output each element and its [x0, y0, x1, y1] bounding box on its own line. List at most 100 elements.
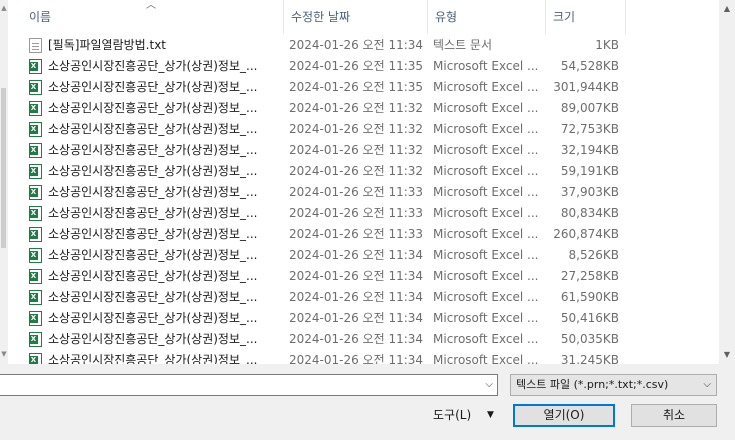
file-size: 54,528KB — [560, 59, 619, 73]
excel-file-icon: X — [29, 80, 42, 95]
text-file-icon — [29, 38, 42, 53]
file-type: Microsoft Excel ... — [433, 353, 539, 364]
column-header-type-label: 유형 — [435, 10, 458, 24]
text-line-icon — [32, 43, 39, 44]
scroll-up-arrow-icon[interactable]: ▲ — [719, 2, 735, 16]
excel-file-icon: X — [29, 227, 42, 242]
list-item[interactable]: X 소상공인시장진흥공단_상가(상권)정보_... 2024-01-26 오전 11… — [8, 161, 719, 182]
list-item[interactable]: X 소상공인시장진흥공단_상가(상권)정보_... 2024-01-26 오전 11… — [8, 56, 719, 77]
nav-pane-scrollbar[interactable]: ▲ ▼ — [0, 0, 8, 364]
excel-badge-icon: X — [29, 83, 38, 92]
list-item[interactable]: X 소상공인시장진흥공단_상가(상권)정보_... 2024-01-26 오전 11… — [8, 119, 719, 140]
tools-button[interactable]: 도구(L) ▼ — [427, 404, 503, 427]
list-item[interactable]: X 소상공인시장진흥공단_상가(상권)정보_... 2024-01-26 오전 11… — [8, 98, 719, 119]
scroll-down-arrow-icon[interactable]: ▼ — [719, 348, 735, 362]
file-type: Microsoft Excel ... — [433, 164, 539, 178]
file-type: Microsoft Excel ... — [433, 311, 539, 325]
excel-badge-icon: X — [29, 356, 38, 364]
file-list-scrollbar[interactable]: ▲ ▼ — [719, 0, 735, 364]
file-name: [필독]파일열람방법.txt — [48, 38, 167, 52]
file-date: 2024-01-26 오전 11:35 — [289, 80, 424, 94]
file-name-field[interactable]: ⌵ — [0, 374, 498, 396]
file-size: 61,590KB — [560, 290, 619, 304]
sort-ascending-icon: ︿ — [146, 0, 156, 11]
excel-file-icon: X — [29, 143, 42, 158]
list-item[interactable]: X 소상공인시장진흥공단_상가(상권)정보_... 2024-01-26 오전 11… — [8, 140, 719, 161]
list-item[interactable]: X 소상공인시장진흥공단_상가(상권)정보_... 2024-01-26 오전 11… — [8, 308, 719, 329]
file-name: 소상공인시장진흥공단_상가(상권)정보_... — [48, 59, 258, 73]
file-type-select[interactable]: 텍스트 파일 (*.prn;*.txt;*.csv) ⌵ — [510, 374, 717, 396]
list-item[interactable]: X 소상공인시장진흥공단_상가(상권)정보_... 2024-01-26 오전 11… — [8, 350, 719, 364]
file-list[interactable]: 이름 ︿ 수정한 날짜 유형 크기 [필독]파일열람방법.txt 2024-01-… — [8, 0, 719, 364]
excel-file-icon: X — [29, 101, 42, 116]
list-item[interactable]: X 소상공인시장진흥공단_상가(상권)정보_... 2024-01-26 오전 11… — [8, 287, 719, 308]
column-header-size-label: 크기 — [553, 10, 576, 24]
cancel-button[interactable]: 취소 — [631, 404, 717, 427]
file-type: Microsoft Excel ... — [433, 290, 539, 304]
excel-file-icon: X — [29, 332, 42, 347]
file-name: 소상공인시장진흥공단_상가(상권)정보_... — [48, 164, 258, 178]
file-date: 2024-01-26 오전 11:32 — [289, 122, 424, 136]
text-line-icon — [32, 49, 39, 50]
column-header-size[interactable]: 크기 — [545, 0, 625, 34]
excel-badge-icon: X — [29, 293, 38, 302]
excel-file-icon: X — [29, 164, 42, 179]
file-name: 소상공인시장진흥공단_상가(상권)정보_... — [48, 185, 258, 199]
column-header-date[interactable]: 수정한 날짜 — [283, 0, 427, 34]
file-type: Microsoft Excel ... — [433, 101, 539, 115]
file-date: 2024-01-26 오전 11:34 — [289, 332, 424, 346]
file-type: Microsoft Excel ... — [433, 59, 539, 73]
dropdown-triangle-icon: ▼ — [487, 410, 494, 420]
list-item[interactable]: X 소상공인시장진흥공단_상가(상권)정보_... 2024-01-26 오전 11… — [8, 182, 719, 203]
file-type: Microsoft Excel ... — [433, 227, 539, 241]
scrollbar-thumb[interactable] — [1, 88, 6, 248]
file-type: Microsoft Excel ... — [433, 206, 539, 220]
file-size: 89,007KB — [560, 101, 619, 115]
file-name: 소상공인시장진흥공단_상가(상권)정보_... — [48, 311, 258, 325]
file-type: Microsoft Excel ... — [433, 122, 539, 136]
list-item[interactable]: X 소상공인시장진흥공단_상가(상권)정보_... 2024-01-26 오전 11… — [8, 266, 719, 287]
chevron-down-icon: ⌵ — [703, 379, 711, 390]
excel-file-icon: X — [29, 185, 42, 200]
excel-badge-icon: X — [29, 272, 38, 281]
list-item[interactable]: X 소상공인시장진흥공단_상가(상권)정보_... 2024-01-26 오전 11… — [8, 329, 719, 350]
file-type-selected-label: 텍스트 파일 (*.prn;*.txt;*.csv) — [516, 378, 669, 391]
file-size: 32,194KB — [560, 143, 619, 157]
excel-badge-icon: X — [29, 209, 38, 218]
open-button[interactable]: 열기(O) — [513, 404, 615, 427]
file-type: Microsoft Excel ... — [433, 332, 539, 346]
list-item[interactable]: X 소상공인시장진흥공단_상가(상권)정보_... 2024-01-26 오전 11… — [8, 77, 719, 98]
scroll-down-arrow-icon[interactable]: ▼ — [0, 348, 8, 360]
excel-badge-icon: X — [29, 125, 38, 134]
excel-file-icon: X — [29, 311, 42, 326]
file-date: 2024-01-26 오전 11:32 — [289, 143, 424, 157]
list-item[interactable]: X 소상공인시장진흥공단_상가(상권)정보_... 2024-01-26 오전 11… — [8, 224, 719, 245]
column-header-type[interactable]: 유형 — [427, 0, 545, 34]
file-type: Microsoft Excel ... — [433, 185, 539, 199]
list-item[interactable]: [필독]파일열람방법.txt 2024-01-26 오전 11:34 텍스트 문서 1… — [8, 35, 719, 56]
chevron-down-icon[interactable]: ⌵ — [485, 375, 493, 395]
tools-button-label: 도구(L) — [433, 408, 472, 422]
excel-badge-icon: X — [29, 146, 38, 155]
list-item[interactable]: X 소상공인시장진흥공단_상가(상권)정보_... 2024-01-26 오전 11… — [8, 245, 719, 266]
file-type: Microsoft Excel ... — [433, 269, 539, 283]
file-size: 50,035KB — [560, 332, 619, 346]
file-type: 텍스트 문서 — [433, 38, 493, 52]
column-divider[interactable] — [625, 0, 626, 34]
file-name: 소상공인시장진흥공단_상가(상권)정보_... — [48, 353, 258, 364]
file-date: 2024-01-26 오전 11:32 — [289, 164, 424, 178]
file-name: 소상공인시장진흥공단_상가(상권)정보_... — [48, 332, 258, 346]
list-item[interactable]: X 소상공인시장진흥공단_상가(상권)정보_... 2024-01-26 오전 11… — [8, 203, 719, 224]
excel-badge-icon: X — [29, 167, 38, 176]
file-name-input[interactable] — [3, 376, 477, 396]
scroll-up-arrow-icon[interactable]: ▲ — [0, 2, 8, 14]
excel-file-icon: X — [29, 269, 42, 284]
file-size: 37,903KB — [560, 185, 619, 199]
file-type: Microsoft Excel ... — [433, 143, 539, 157]
excel-file-icon: X — [29, 248, 42, 263]
file-name: 소상공인시장진흥공단_상가(상권)정보_... — [48, 248, 258, 262]
file-size: 50,416KB — [560, 311, 619, 325]
file-name: 소상공인시장진흥공단_상가(상권)정보_... — [48, 143, 258, 157]
excel-badge-icon: X — [29, 62, 38, 71]
file-date: 2024-01-26 오전 11:33 — [289, 185, 424, 199]
